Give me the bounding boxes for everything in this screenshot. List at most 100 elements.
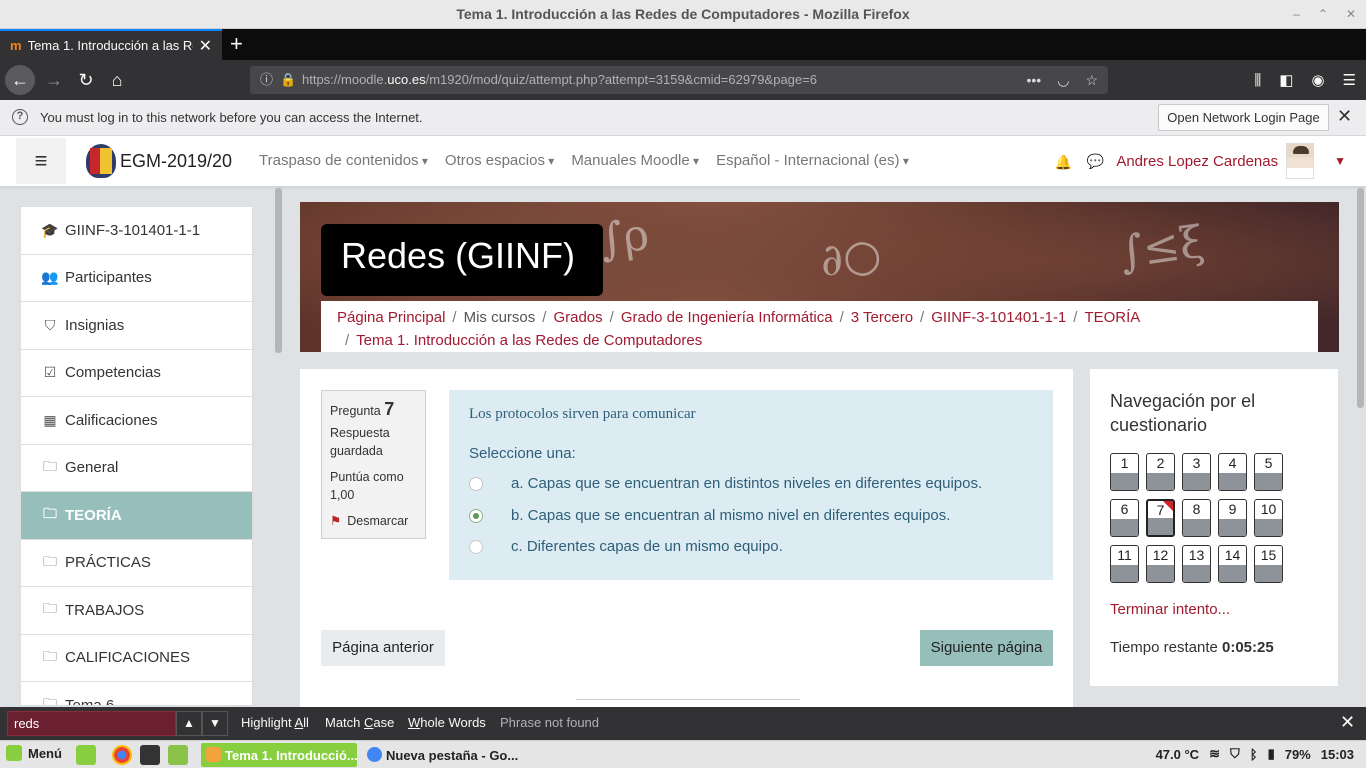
sidebar-item-participantes[interactable]: 👥 Participantes bbox=[21, 255, 252, 302]
sidebar-item-calificaciones[interactable]: ▦ Calificaciones bbox=[21, 397, 252, 445]
sidebar-item-trabajos[interactable]: 🗀 TRABAJOS bbox=[21, 587, 252, 635]
sidebar-scrollbar[interactable] bbox=[275, 188, 282, 353]
quiz-nav-button[interactable]: 9 bbox=[1218, 499, 1247, 537]
match-case-toggle[interactable]: Match Case bbox=[325, 715, 394, 730]
sidebar-item-course[interactable]: 🎓 GIINF-3-101401-1-1 bbox=[21, 207, 252, 255]
whole-words-toggle[interactable]: Whole Words bbox=[408, 715, 486, 730]
quiz-nav-button[interactable]: 14 bbox=[1218, 545, 1247, 583]
messages-icon[interactable]: 💬 bbox=[1087, 153, 1104, 170]
open-network-login-button[interactable]: Open Network Login Page bbox=[1158, 104, 1329, 131]
radio-a[interactable] bbox=[469, 476, 483, 491]
question-content: Los protocolos sirven para comunicar Sel… bbox=[449, 390, 1053, 580]
radio-b[interactable] bbox=[469, 508, 483, 523]
wifi-icon[interactable]: ≋ bbox=[1209, 746, 1220, 762]
page-scrollbar[interactable] bbox=[1357, 188, 1364, 408]
menu-language[interactable]: Español - Internacional (es) bbox=[716, 152, 909, 169]
breadcrumb-grado[interactable]: Grado de Ingeniería Informática bbox=[621, 309, 833, 326]
quiz-nav-button[interactable]: 15 bbox=[1254, 545, 1283, 583]
radio-c[interactable] bbox=[469, 539, 483, 554]
terminal-icon[interactable] bbox=[140, 745, 160, 765]
breadcrumb-activity[interactable]: Tema 1. Introducción a las Redes de Comp… bbox=[356, 332, 702, 349]
next-page-button[interactable]: Siguiente página bbox=[920, 630, 1053, 666]
find-next-button[interactable]: ▼ bbox=[202, 711, 228, 736]
maximize-button[interactable]: ⌃ bbox=[1318, 0, 1328, 29]
clock[interactable]: 15:03 bbox=[1321, 747, 1354, 762]
quiz-nav-button[interactable]: 12 bbox=[1146, 545, 1175, 583]
new-tab-button[interactable]: + bbox=[230, 31, 243, 57]
sidebar-item-label: Participantes bbox=[65, 269, 152, 287]
quiz-nav-button[interactable]: 13 bbox=[1182, 545, 1211, 583]
sidebar-item-competencias[interactable]: ☑ Competencias bbox=[21, 350, 252, 397]
pocket-icon[interactable]: ◡ bbox=[1057, 66, 1069, 94]
files-icon[interactable] bbox=[168, 745, 188, 765]
quiz-nav-button[interactable]: 3 bbox=[1182, 453, 1211, 491]
menu-traspaso[interactable]: Traspaso de contenidos bbox=[259, 152, 428, 169]
breadcrumb-home[interactable]: Página Principal bbox=[337, 309, 445, 326]
taskbar-firefox[interactable]: Tema 1. Introducció... bbox=[201, 743, 357, 767]
sidebar-item-insignias[interactable]: ⛉ Insignias bbox=[21, 302, 252, 350]
url-actions: ••• ◡ ☆ bbox=[1027, 66, 1099, 94]
chrome-icon[interactable] bbox=[112, 745, 132, 765]
quiz-nav-button[interactable]: 2 bbox=[1146, 453, 1175, 491]
sidebar-item-practicas[interactable]: 🗀 PRÁCTICAS bbox=[21, 540, 252, 587]
show-desktop-icon[interactable] bbox=[76, 745, 96, 765]
start-menu-button[interactable]: Menú bbox=[6, 745, 62, 761]
menu-icon[interactable]: ☰ bbox=[1343, 71, 1356, 89]
site-brand[interactable]: EGM-2019/20 bbox=[86, 144, 232, 178]
shield-update-icon[interactable]: ⛉ bbox=[1230, 746, 1240, 762]
taskbar-chrome[interactable]: Nueva pestaña - Go... bbox=[362, 743, 518, 767]
notice-close-icon[interactable]: ✕ bbox=[1337, 106, 1352, 127]
browser-tab[interactable]: m Tema 1. Introducción a las Re ✕ bbox=[0, 29, 222, 60]
find-close-icon[interactable]: ✕ bbox=[1340, 712, 1355, 733]
menu-manuales[interactable]: Manuales Moodle bbox=[571, 152, 699, 169]
notifications-bell-icon[interactable]: 🔔 bbox=[1055, 154, 1072, 170]
quiz-nav-button[interactable]: 6 bbox=[1110, 499, 1139, 537]
reload-button[interactable]: ↻ bbox=[72, 66, 100, 94]
drawer-toggle-button[interactable]: ≡ bbox=[16, 138, 66, 184]
forward-button[interactable]: → bbox=[40, 66, 68, 94]
sidebar-toggle-icon[interactable]: ◧ bbox=[1279, 71, 1293, 89]
bookmark-star-icon[interactable]: ☆ bbox=[1085, 66, 1098, 94]
folder-icon: 🗀 bbox=[43, 457, 57, 474]
quiz-nav-button[interactable]: 1 bbox=[1110, 453, 1139, 491]
breadcrumb-tercero[interactable]: 3 Tercero bbox=[851, 309, 913, 326]
page-actions-icon[interactable]: ••• bbox=[1027, 66, 1042, 94]
answer-option-b[interactable]: b. Capas que se encuentran al mismo nive… bbox=[469, 507, 950, 524]
sidebar-item-general[interactable]: 🗀 General bbox=[21, 445, 252, 492]
quiz-nav-button[interactable]: 10 bbox=[1254, 499, 1283, 537]
bluetooth-icon[interactable]: ᛒ bbox=[1250, 747, 1258, 762]
breadcrumb-section[interactable]: TEORÍA bbox=[1084, 309, 1140, 326]
back-button[interactable]: ← bbox=[5, 65, 35, 95]
sidebar-item-teoria[interactable]: 🗀 TEORÍA bbox=[21, 492, 252, 540]
quiz-nav-button-current[interactable]: 7 bbox=[1146, 499, 1175, 537]
avatar[interactable] bbox=[1286, 143, 1315, 179]
library-icon[interactable]: ⫼ bbox=[1254, 72, 1261, 89]
find-previous-button[interactable]: ▲ bbox=[176, 711, 202, 736]
info-icon[interactable]: ⓘ bbox=[260, 66, 273, 94]
unflag-link[interactable]: ⚑ Desmarcar bbox=[330, 512, 417, 530]
highlight-all-toggle[interactable]: Highlight All bbox=[241, 715, 309, 730]
breadcrumb-grados[interactable]: Grados bbox=[553, 309, 602, 326]
answer-option-a[interactable]: a. Capas que se encuentran en distintos … bbox=[469, 475, 982, 492]
url-bar[interactable]: ⓘ 🔒 https://moodle.uco.es/m1920/mod/quiz… bbox=[250, 66, 1108, 94]
user-name[interactable]: Andres Lopez Cardenas bbox=[1116, 153, 1278, 170]
find-input[interactable]: reds bbox=[7, 711, 176, 736]
answer-option-c[interactable]: c. Diferentes capas de un mismo equipo. bbox=[469, 538, 783, 555]
quiz-nav-button[interactable]: 5 bbox=[1254, 453, 1283, 491]
sidebar-item-tema-6[interactable]: 🗀 Tema 6 bbox=[21, 682, 252, 705]
breadcrumb-course[interactable]: GIINF-3-101401-1-1 bbox=[931, 309, 1066, 326]
sidebar-item-calificaciones-section[interactable]: 🗀 CALIFICACIONES bbox=[21, 635, 252, 682]
quiz-nav-button[interactable]: 4 bbox=[1218, 453, 1247, 491]
home-button[interactable]: ⌂ bbox=[103, 66, 131, 94]
previous-page-button[interactable]: Página anterior bbox=[321, 630, 445, 666]
quiz-nav-button[interactable]: 8 bbox=[1182, 499, 1211, 537]
minimize-button[interactable]: – bbox=[1293, 0, 1300, 29]
account-icon[interactable]: ◉ bbox=[1311, 71, 1324, 89]
tab-close-icon[interactable]: ✕ bbox=[199, 36, 212, 56]
user-menu-caret-icon[interactable]: ▼ bbox=[1334, 154, 1346, 168]
battery-icon[interactable]: ▮ bbox=[1268, 746, 1275, 762]
close-window-button[interactable]: ✕ bbox=[1346, 0, 1356, 29]
finish-attempt-link[interactable]: Terminar intento... bbox=[1110, 601, 1230, 618]
menu-otros-espacios[interactable]: Otros espacios bbox=[445, 152, 554, 169]
quiz-nav-button[interactable]: 11 bbox=[1110, 545, 1139, 583]
